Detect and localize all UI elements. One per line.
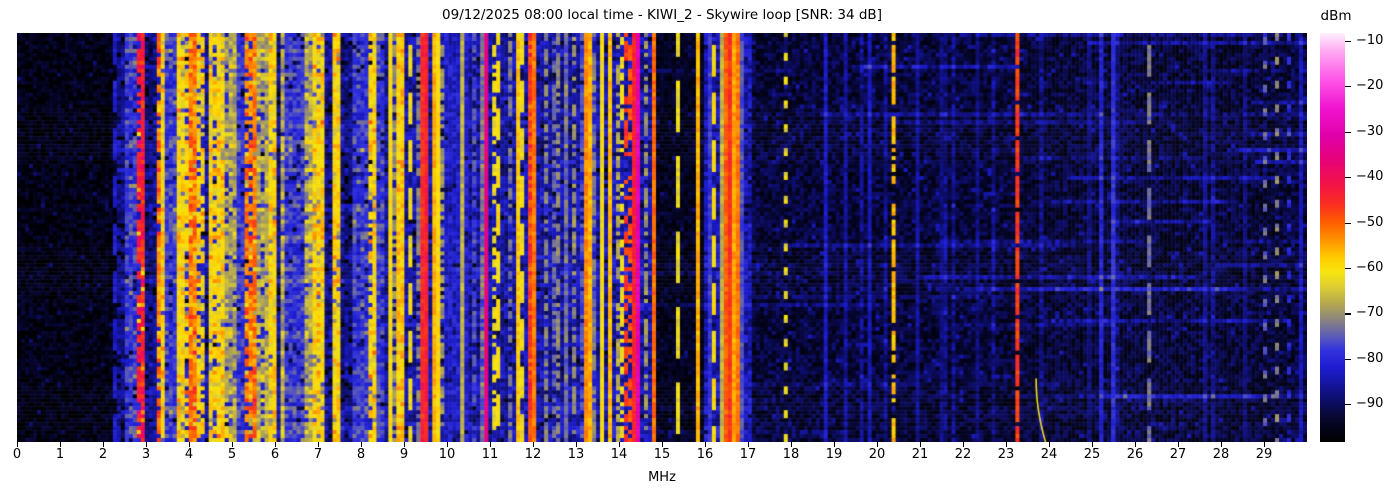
x-tick-label: 0 <box>0 447 37 462</box>
colorbar-tick-label: −80 <box>1356 351 1400 367</box>
x-tick-label: 26 <box>1115 447 1155 462</box>
x-tick-label: 25 <box>1072 447 1112 462</box>
colorbar-tick-mark <box>1345 41 1351 42</box>
colorbar <box>1320 33 1345 442</box>
x-tick-label: 24 <box>1029 447 1069 462</box>
x-tick-label: 14 <box>599 447 639 462</box>
colorbar-label: dBm <box>1312 8 1360 24</box>
chart-title: 09/12/2025 08:00 local time - KIWI_2 - S… <box>17 7 1307 23</box>
x-tick-label: 13 <box>556 447 596 462</box>
x-tick-label: 11 <box>470 447 510 462</box>
x-tick-label: 4 <box>169 447 209 462</box>
x-tick-label: 29 <box>1244 447 1284 462</box>
x-tick-label: 21 <box>900 447 940 462</box>
x-tick-label: 16 <box>685 447 725 462</box>
x-tick-label: 20 <box>857 447 897 462</box>
x-tick-label: 22 <box>943 447 983 462</box>
colorbar-tick-mark <box>1345 86 1351 87</box>
colorbar-tick-mark <box>1345 223 1351 224</box>
colorbar-tick-label: −50 <box>1356 215 1400 231</box>
colorbar-tick-mark <box>1345 177 1351 178</box>
colorbar-tick-label: −30 <box>1356 124 1400 140</box>
colorbar-tick-label: −70 <box>1356 305 1400 321</box>
colorbar-tick-label: −10 <box>1356 33 1400 49</box>
x-tick-label: 28 <box>1201 447 1241 462</box>
x-tick-label: 27 <box>1158 447 1198 462</box>
colorbar-tick-mark <box>1345 359 1351 360</box>
x-tick-label: 5 <box>212 447 252 462</box>
x-tick-label: 2 <box>83 447 123 462</box>
spectrogram-figure: 09/12/2025 08:00 local time - KIWI_2 - S… <box>0 0 1400 500</box>
colorbar-tick-mark <box>1345 132 1351 133</box>
x-tick-label: 6 <box>255 447 295 462</box>
x-tick-label: 12 <box>513 447 553 462</box>
x-tick-label: 1 <box>40 447 80 462</box>
x-tick-label: 8 <box>341 447 381 462</box>
x-tick-label: 10 <box>427 447 467 462</box>
x-tick-label: 17 <box>728 447 768 462</box>
colorbar-tick-mark <box>1345 268 1351 269</box>
x-tick-label: 19 <box>814 447 854 462</box>
colorbar-tick-label: −20 <box>1356 78 1400 94</box>
x-axis-label: MHz <box>17 470 1307 485</box>
x-tick-label: 15 <box>642 447 682 462</box>
colorbar-tick-mark <box>1345 404 1351 405</box>
colorbar-tick-mark <box>1345 313 1351 314</box>
x-tick-label: 3 <box>126 447 166 462</box>
colorbar-tick-label: −60 <box>1356 260 1400 276</box>
spectrogram-canvas <box>17 33 1307 442</box>
x-tick-label: 23 <box>986 447 1026 462</box>
x-tick-label: 18 <box>771 447 811 462</box>
x-tick-label: 7 <box>298 447 338 462</box>
x-tick-label: 9 <box>384 447 424 462</box>
colorbar-tick-label: −40 <box>1356 169 1400 185</box>
colorbar-tick-label: −90 <box>1356 396 1400 412</box>
